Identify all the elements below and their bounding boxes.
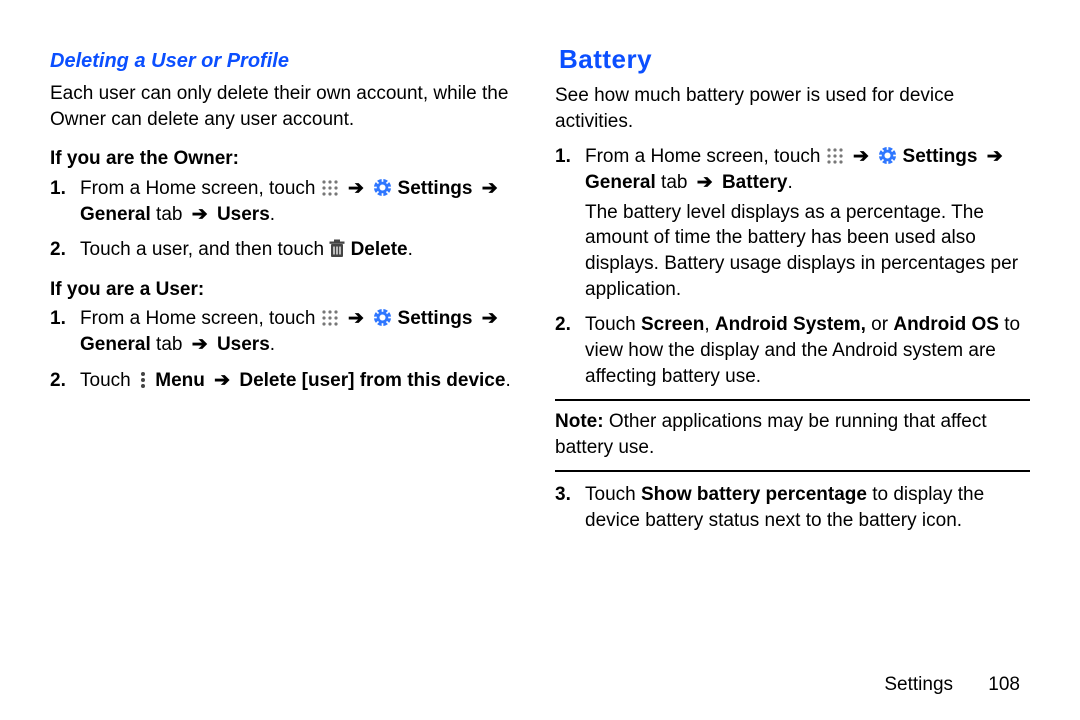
gear-icon [373, 308, 392, 327]
footer-page-number: 108 [988, 674, 1020, 695]
owner-heading: If you are the Owner: [50, 146, 525, 172]
user-heading: If you are a User: [50, 277, 525, 303]
battery-step-3: 3. Touch Show battery percentage to disp… [585, 482, 1030, 533]
manual-page: Deleting a User or Profile Each user can… [0, 0, 1080, 720]
owner-steps: 1. From a Home screen, touch ➔ Settings … [50, 176, 525, 263]
footer-section: Settings [884, 674, 953, 695]
gear-icon [373, 178, 392, 197]
delete-user-label: Delete [user] from this device [239, 370, 505, 391]
arrow-icon: ➔ [344, 176, 368, 202]
arrow-icon: ➔ [188, 332, 212, 358]
arrow-icon: ➔ [478, 176, 502, 202]
arrow-icon: ➔ [188, 202, 212, 228]
left-column: Deleting a User or Profile Each user can… [50, 40, 540, 692]
battery-intro: See how much battery power is used for d… [555, 83, 1030, 134]
arrow-icon: ➔ [210, 368, 234, 394]
settings-label: Settings [398, 178, 473, 199]
intro-paragraph: Each user can only delete their own acco… [50, 81, 525, 132]
menu-dots-icon [136, 371, 150, 389]
arrow-icon: ➔ [693, 170, 717, 196]
arrow-icon: ➔ [849, 144, 873, 170]
general-label: General [80, 204, 151, 225]
gear-icon [878, 146, 897, 165]
note-label: Note: [555, 411, 604, 432]
note-body: Other applications may be running that a… [555, 411, 987, 458]
battery-label: Battery [722, 172, 787, 193]
apps-icon [826, 147, 844, 165]
arrow-icon: ➔ [478, 306, 502, 332]
note-box: Note: Other applications may be running … [555, 399, 1030, 472]
apps-icon [321, 309, 339, 327]
subheading-deleting-user: Deleting a User or Profile [50, 48, 525, 75]
section-heading-battery: Battery [559, 42, 1030, 77]
users-label: Users [217, 204, 270, 225]
owner-step-1: 1. From a Home screen, touch ➔ Settings … [80, 176, 525, 227]
owner-step-2: 2. Touch a user, and then touch Delete. [80, 237, 525, 263]
battery-steps-cont: 3. Touch Show battery percentage to disp… [555, 482, 1030, 533]
trash-icon [329, 239, 345, 258]
arrow-icon: ➔ [983, 144, 1007, 170]
battery-step-1: 1. From a Home screen, touch ➔ Settings … [585, 144, 1030, 302]
arrow-icon: ➔ [344, 306, 368, 332]
user-step-2: 2. Touch Menu ➔ Delete [user] from this … [80, 368, 525, 394]
user-steps: 1. From a Home screen, touch ➔ Settings … [50, 306, 525, 393]
delete-label: Delete [351, 239, 408, 260]
apps-icon [321, 179, 339, 197]
page-footer: Settings 108 [884, 672, 1020, 698]
menu-label: Menu [155, 370, 205, 391]
right-column: Battery See how much battery power is us… [540, 40, 1030, 692]
battery-step-2: 2. Touch Screen, Android System, or Andr… [585, 312, 1030, 389]
battery-steps: 1. From a Home screen, touch ➔ Settings … [555, 144, 1030, 389]
user-step-1: 1. From a Home screen, touch ➔ Settings … [80, 306, 525, 357]
battery-step-1-detail: The battery level displays as a percenta… [585, 202, 1018, 300]
